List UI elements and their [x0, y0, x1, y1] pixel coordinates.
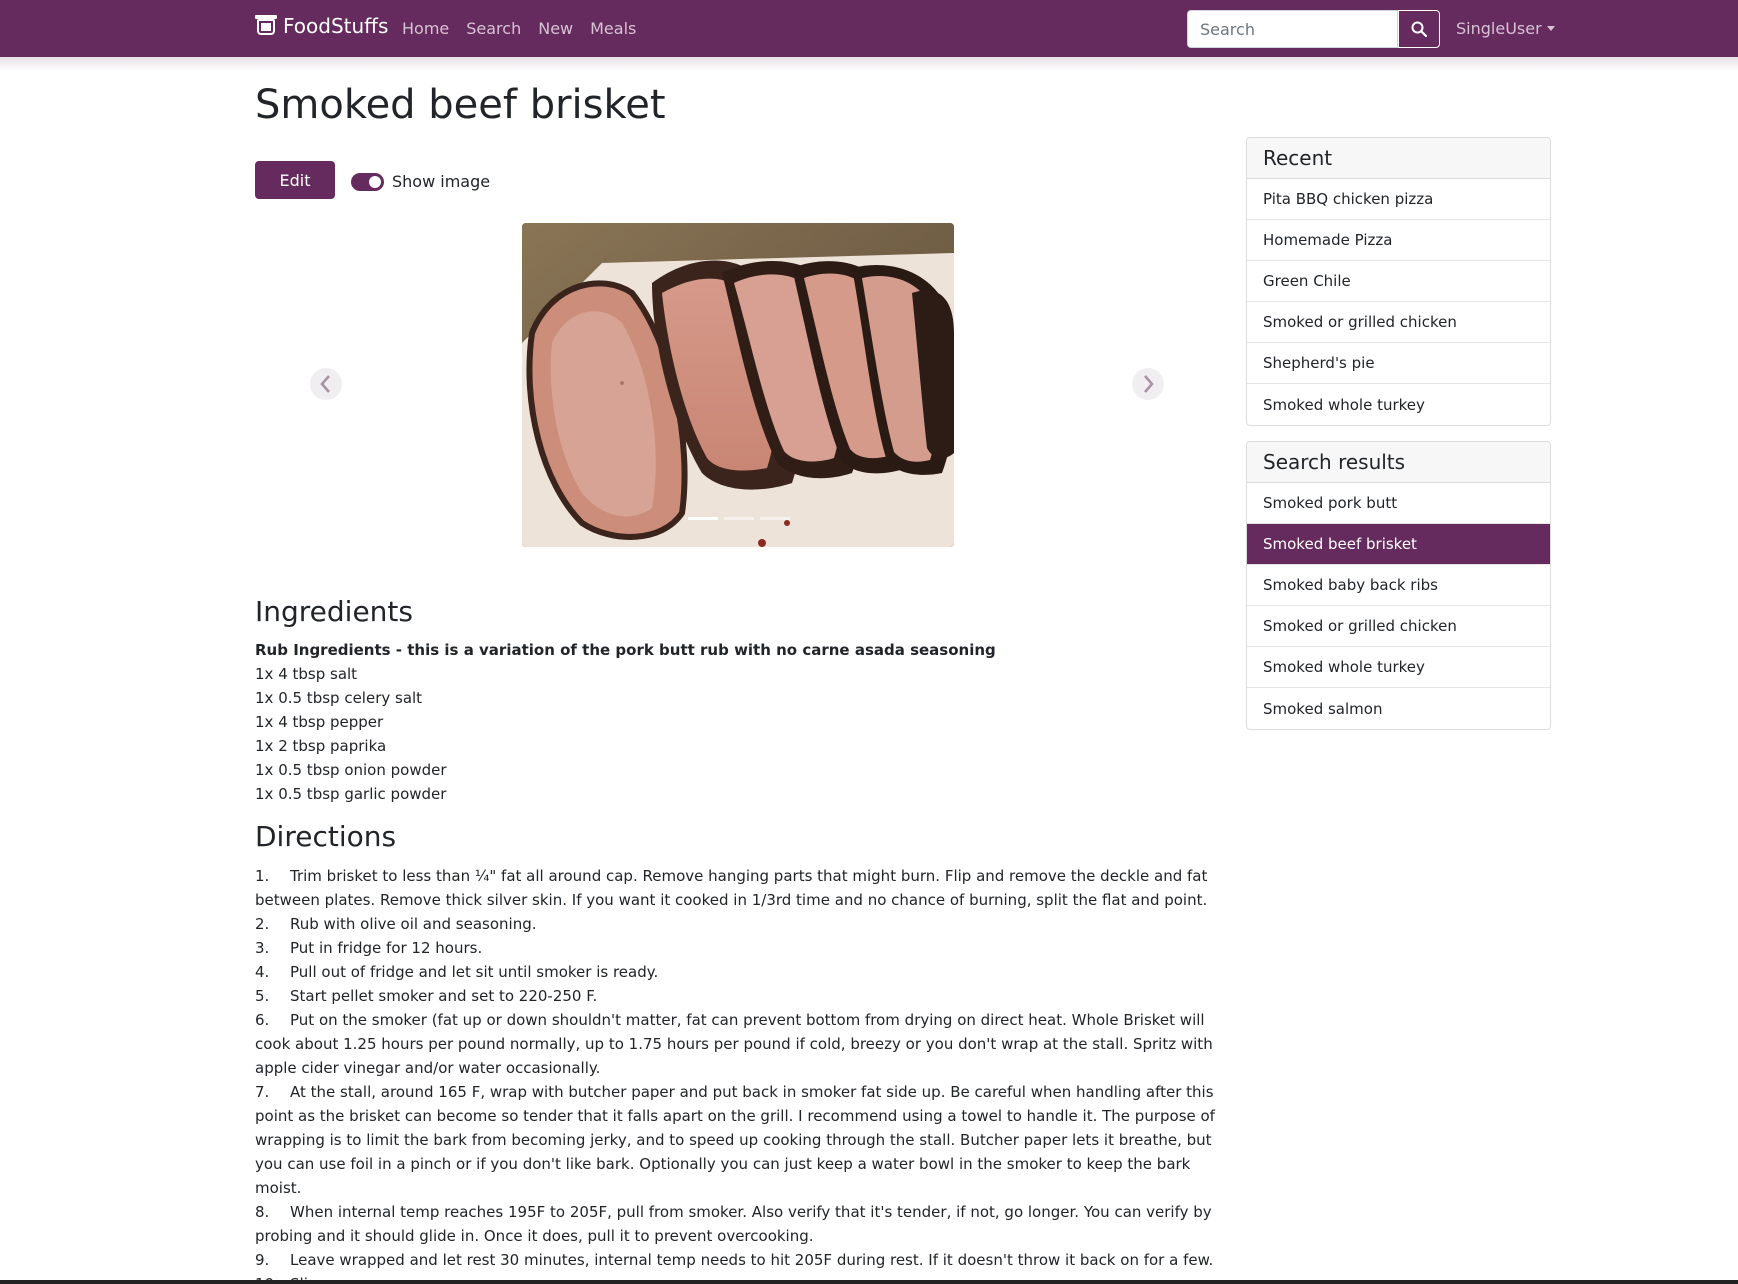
search-result-item[interactable]: Smoked baby back ribs: [1247, 565, 1550, 606]
search-result-item[interactable]: Smoked salmon: [1247, 688, 1550, 729]
show-image-toggle[interactable]: [351, 172, 384, 191]
nav-meals[interactable]: Meals: [590, 19, 636, 38]
nav-new[interactable]: New: [538, 19, 573, 38]
carousel-prev-button[interactable]: [310, 368, 342, 400]
user-menu-dropdown[interactable]: SingleUser: [1456, 19, 1555, 38]
direction-step: 4. Pull out of fridge and let sit until s…: [255, 963, 659, 981]
direction-step: 5. Start pellet smoker and set to 220-250…: [255, 987, 598, 1005]
direction-step: 1. Trim brisket to less than ¼" fat all a…: [255, 867, 1208, 909]
carousel-indicator-1[interactable]: [688, 517, 718, 520]
search-results-card: Search results Smoked pork butt Smoked b…: [1246, 441, 1551, 730]
nav-home[interactable]: Home: [402, 19, 449, 38]
search-result-item[interactable]: Smoked whole turkey: [1247, 647, 1550, 688]
ingredient-item: 1x 0.5 tbsp celery salt: [255, 689, 423, 707]
recipe-image: [522, 223, 954, 547]
ingredient-item: 1x 0.5 tbsp garlic powder: [255, 785, 447, 803]
caret-down-icon: [1546, 26, 1555, 31]
direction-step: 6. Put on the smoker (fat up or down shou…: [255, 1011, 1213, 1077]
ingredient-item: 1x 0.5 tbsp onion powder: [255, 761, 447, 779]
recent-item[interactable]: Smoked whole turkey: [1247, 384, 1550, 425]
ingredients-group-heading: Rub Ingredients - this is a variation of…: [255, 641, 996, 659]
bottom-border: [0, 1280, 1738, 1284]
recent-item[interactable]: Pita BBQ chicken pizza: [1247, 179, 1550, 220]
brand-link[interactable]: FoodStuffs: [255, 14, 388, 38]
recent-item[interactable]: Smoked or grilled chicken: [1247, 302, 1550, 343]
ingredient-item: 1x 4 tbsp salt: [255, 665, 358, 683]
ingredient-item: 1x 4 tbsp pepper: [255, 713, 384, 731]
directions-heading: Directions: [255, 820, 397, 853]
show-image-label: Show image: [392, 172, 491, 191]
edit-button[interactable]: Edit: [255, 161, 335, 199]
ingredient-item: 1x 2 tbsp paprika: [255, 737, 387, 755]
direction-step: 3. Put in fridge for 12 hours.: [255, 939, 483, 957]
nav-links: Home Search New Meals: [402, 19, 653, 38]
search-button[interactable]: [1398, 10, 1440, 48]
search-result-item[interactable]: Smoked pork butt: [1247, 483, 1550, 524]
brand-label: FoodStuffs: [283, 14, 389, 38]
recent-item[interactable]: Shepherd's pie: [1247, 343, 1550, 384]
carousel-indicators: [688, 517, 790, 520]
navbar: FoodStuffs Home Search New Meals SingleU…: [0, 0, 1738, 57]
direction-step: 7. At the stall, around 165 F, wrap with …: [255, 1083, 1215, 1197]
show-image-toggle-group: Show image: [351, 172, 490, 191]
ingredients-heading: Ingredients: [255, 595, 413, 628]
carousel-next-button[interactable]: [1132, 368, 1164, 400]
search-icon: [1411, 21, 1427, 37]
search-results-title: Search results: [1247, 442, 1550, 483]
mixer-icon: [255, 15, 277, 37]
chevron-right-icon: [1144, 375, 1154, 393]
nav-search-form: [1187, 10, 1440, 48]
direction-step: 8. When internal temp reaches 195F to 205…: [255, 1203, 1212, 1245]
recent-item[interactable]: Green Chile: [1247, 261, 1550, 302]
user-name: SingleUser: [1456, 19, 1542, 38]
recent-item[interactable]: Homemade Pizza: [1247, 220, 1550, 261]
brisket-photo: [522, 223, 954, 547]
direction-step: 9. Leave wrapped and let rest 30 minutes,…: [255, 1251, 1214, 1269]
nav-search[interactable]: Search: [466, 19, 521, 38]
directions-list: 1. Trim brisket to less than ¼" fat all a…: [255, 864, 1215, 1284]
navbar-shadow: [0, 57, 1738, 71]
recent-card-title: Recent: [1247, 138, 1550, 179]
search-result-item[interactable]: Smoked or grilled chicken: [1247, 606, 1550, 647]
carousel-indicator-3[interactable]: [760, 517, 790, 520]
recent-card: Recent Pita BBQ chicken pizza Homemade P…: [1246, 137, 1551, 426]
ingredients-list: Rub Ingredients - this is a variation of…: [255, 638, 996, 806]
search-input[interactable]: [1187, 10, 1398, 48]
carousel-indicator-2[interactable]: [724, 517, 754, 520]
direction-step: 2. Rub with olive oil and seasoning.: [255, 915, 537, 933]
chevron-left-icon: [320, 375, 330, 393]
search-result-item-active[interactable]: Smoked beef brisket: [1247, 524, 1550, 565]
page-title: Smoked beef brisket: [255, 82, 666, 128]
